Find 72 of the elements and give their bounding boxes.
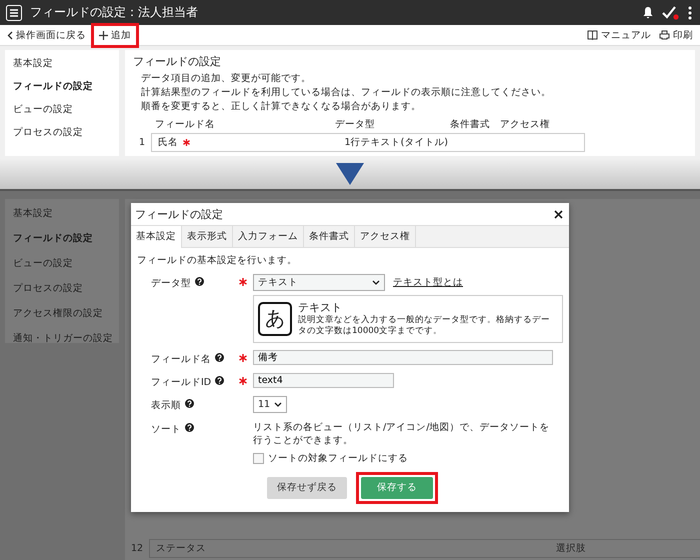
help-icon[interactable] [185,398,194,408]
down-arrow-icon [336,163,364,185]
dropdown[interactable]: テキスト [253,274,385,291]
tab[interactable]: 条件書式 [304,226,355,247]
field-row[interactable]: 氏名 1行テキスト(タイトル) [151,133,585,152]
field-type: 1行テキスト(タイトル) [344,136,448,149]
chevron-left-icon [7,30,13,40]
sort-description: リスト系の各ビュー（リスト/アイコン/地図）で、データソートを行うことができます。 [253,422,550,448]
manual-link[interactable]: マニュアル [584,28,654,42]
caret-icon [274,402,282,407]
sidebar-item[interactable]: 基本設定 [5,52,119,75]
help-icon[interactable] [185,422,194,432]
checkmark-icon[interactable] [662,6,680,20]
input-field[interactable]: 備考 [253,350,553,365]
sidebar-item[interactable]: 通知・トリガーの設定 [5,326,119,351]
sidebar-item[interactable]: ビューの設定 [5,251,119,276]
field-type: 選択肢 [556,542,586,555]
bell-icon[interactable] [642,6,654,19]
tab[interactable]: アクセス権 [355,226,416,247]
field-name: 氏名 [158,136,178,149]
help-link[interactable]: テキスト型とは [393,276,463,289]
type-description: 説明文章などを入力する一般的なデータ型です。格納するデータの文字数は10000文字までです。 [298,315,551,338]
caret-icon [372,280,380,285]
tab[interactable]: 基本設定 [131,226,182,248]
description-text: データ項目の追加、変更が可能です。 [141,72,312,85]
dialog-title: フィールドの設定 [135,207,223,222]
field-label: 表示順 [151,398,181,412]
checkbox-label: ソートの対象フィールドにする [268,452,408,465]
help-icon[interactable] [215,352,224,362]
field-label: フィールド名 [151,352,211,366]
row-number: 12 [131,543,143,554]
menu-icon[interactable] [6,4,22,20]
type-icon: あ [258,302,292,336]
intro-text: フィールドの基本設定を行います。 [137,254,298,267]
sidebar-item[interactable]: プロセスの設定 [5,121,119,144]
help-icon[interactable] [215,376,224,385]
more-icon[interactable] [688,6,692,20]
field-label: データ型 [151,277,191,290]
field-label: ソート [151,422,181,436]
cancel-button[interactable]: 保存せず戻る [267,476,347,499]
plus-icon [99,30,108,40]
book-icon [587,30,598,40]
help-icon[interactable] [195,277,204,286]
description-text: 計算結果型のフィールドを利用している場合は、フィールドの表示順に注意してください。 [141,86,552,99]
field-label: フィールドID [151,376,212,389]
checkbox[interactable] [253,452,264,464]
tab[interactable]: 表示形式 [182,226,233,247]
row-number: 1 [138,137,145,148]
column-header: フィールド名 [155,118,216,131]
add-button[interactable]: 追加 [96,28,134,42]
description-text: 順番を変更すると、正しく計算できなくなる場合があります。 [141,100,422,113]
section-title: フィールドの設定 [133,54,222,69]
sidebar-item[interactable]: アクセス権限の設定 [5,301,119,326]
sidebar-item[interactable]: 基本設定 [5,201,119,226]
sidebar-item[interactable]: フィールドの設定 [5,226,119,251]
printer-icon [659,30,670,40]
sidebar-item[interactable]: プロセスの設定 [5,276,119,301]
input-field[interactable]: text4 [253,372,394,388]
column-header: アクセス権 [500,118,550,131]
column-header: 条件書式 [450,118,491,131]
print-link[interactable]: 印刷 [656,28,696,42]
field-row[interactable]: ステータス 選択肢 [149,539,700,558]
column-header: データ型 [335,118,376,131]
field-name: ステータス [156,542,206,555]
close-icon[interactable] [554,210,563,219]
back-link[interactable]: 操作画面に戻る [4,28,89,42]
sidebar-item[interactable]: ビューの設定 [5,98,119,121]
tab[interactable]: 入力フォーム [233,226,304,247]
page-title: フィールドの設定：法人担当者 [30,4,198,21]
type-name: テキスト [298,300,343,315]
sidebar-item[interactable]: フィールドの設定 [5,75,119,98]
dropdown[interactable]: 11 [253,396,288,413]
